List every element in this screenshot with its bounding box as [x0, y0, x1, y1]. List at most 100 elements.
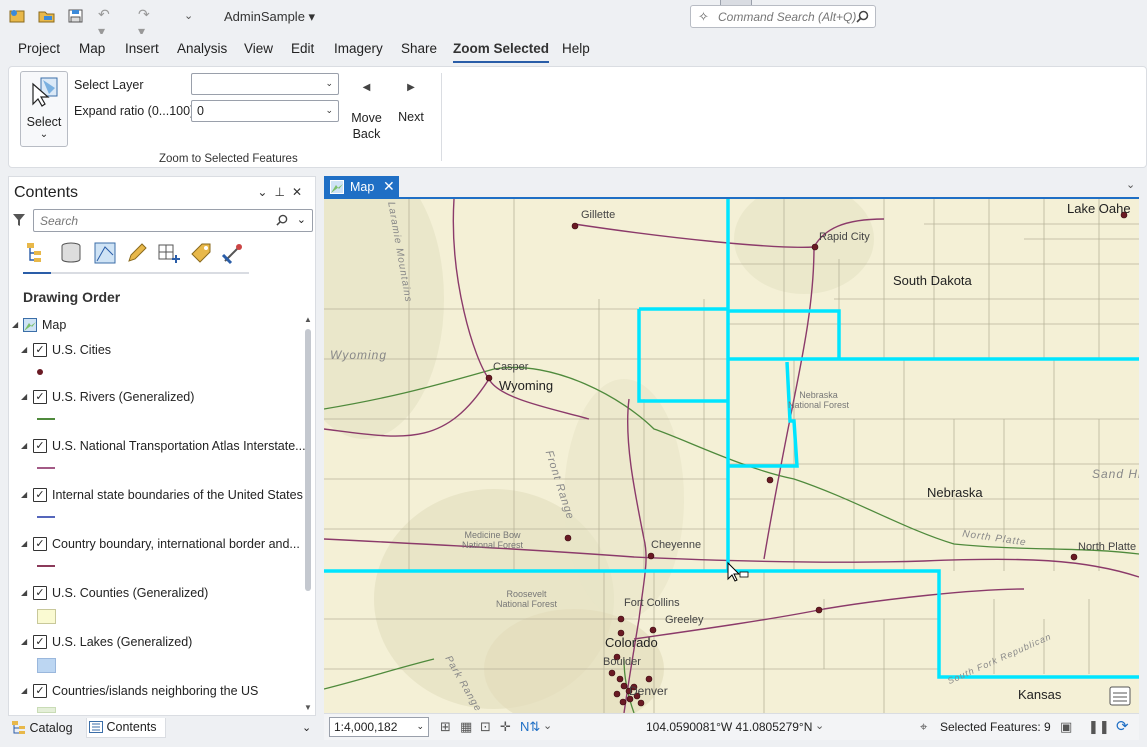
layer-item[interactable]: ◢ ✓ U.S. Counties (Generalized): [9, 585, 303, 625]
layer-item[interactable]: ◢ ✓ U.S. National Transportation Atlas I…: [9, 438, 306, 478]
line-symbol-icon[interactable]: [37, 467, 55, 469]
chevron-down-icon[interactable]: ⌄: [1126, 178, 1135, 191]
layer-visibility-checkbox[interactable]: ✓: [33, 343, 47, 357]
tab-share[interactable]: Share: [401, 41, 437, 56]
layer-item[interactable]: ◢ ✓ U.S. Rivers (Generalized): [9, 389, 303, 429]
next-button[interactable]: ▶ Next: [395, 82, 427, 124]
tab-project[interactable]: Project: [18, 41, 60, 56]
tab-help[interactable]: Help: [562, 41, 590, 56]
close-icon[interactable]: ✕: [292, 185, 309, 199]
snapping-icon[interactable]: [157, 241, 181, 265]
selection-icon[interactable]: ⌖: [920, 719, 927, 735]
layer-visibility-checkbox[interactable]: ✓: [33, 586, 47, 600]
chevron-down-icon[interactable]: ⌄: [543, 719, 552, 732]
line-symbol-icon[interactable]: [37, 418, 55, 420]
move-back-button[interactable]: ◀ Move Back: [349, 82, 384, 142]
pin-icon[interactable]: ⊥: [274, 185, 291, 199]
charts-icon[interactable]: [221, 241, 245, 265]
map-scale-combo[interactable]: 1:4,000,182 ⌄: [329, 717, 429, 737]
map-overview-icon[interactable]: [1109, 686, 1131, 706]
tab-edit[interactable]: Edit: [291, 41, 314, 56]
expand-icon[interactable]: ◢: [21, 686, 27, 695]
crosshair-icon[interactable]: ✛: [500, 719, 511, 735]
expand-icon[interactable]: ◢: [21, 345, 27, 354]
fill-symbol-icon[interactable]: [37, 658, 56, 673]
project-name[interactable]: AdminSample ▾: [224, 9, 315, 25]
tab-imagery[interactable]: Imagery: [334, 41, 383, 56]
contents-search-input[interactable]: Search ⌄: [33, 209, 313, 232]
tab-map[interactable]: Map: [79, 41, 105, 56]
map-node[interactable]: ◢ Map: [9, 317, 303, 337]
layer-item[interactable]: ◢ ✓ U.S. Lakes (Generalized): [9, 634, 303, 674]
measure-icon[interactable]: ⊡: [480, 719, 491, 735]
customize-toolbar-icon[interactable]: ⌄: [184, 9, 202, 25]
pencil-icon[interactable]: [125, 241, 149, 265]
layer-visibility-checkbox[interactable]: ✓: [33, 488, 47, 502]
expand-icon[interactable]: ◢: [21, 539, 27, 548]
layer-item[interactable]: ◢ ✓ U.S. Cities: [9, 342, 303, 382]
tab-contents[interactable]: Contents: [86, 718, 166, 738]
selection-view-icon[interactable]: [93, 241, 117, 265]
layer-visibility-checkbox[interactable]: ✓: [33, 439, 47, 453]
map-label-rapid-city: Rapid City: [819, 231, 870, 243]
line-symbol-icon[interactable]: [37, 516, 55, 518]
redo-icon[interactable]: ↷ ▾: [138, 6, 156, 39]
chevron-down-icon[interactable]: ⌄: [302, 721, 311, 734]
data-source-icon[interactable]: [59, 241, 83, 265]
drawing-order-icon[interactable]: [25, 241, 49, 265]
chevron-down-icon[interactable]: ⌄: [815, 719, 824, 732]
expand-ratio-combo[interactable]: 0 ⌄: [191, 100, 339, 122]
expand-icon[interactable]: ◢: [21, 441, 27, 450]
tab-catalog[interactable]: Catalog: [12, 721, 73, 735]
chevron-down-icon[interactable]: ⌄: [297, 213, 306, 226]
contents-icon: [89, 721, 103, 733]
select-button[interactable]: Select ⌄: [20, 71, 68, 147]
chevron-down-icon[interactable]: ⌄: [257, 185, 274, 199]
layer-visibility-checkbox[interactable]: ✓: [33, 684, 47, 698]
layer-item[interactable]: ◢ ✓ Country boundary, international bord…: [9, 536, 303, 576]
tab-analysis[interactable]: Analysis: [177, 41, 227, 56]
layer-visibility-checkbox[interactable]: ✓: [33, 635, 47, 649]
filter-icon[interactable]: [12, 213, 26, 227]
layer-visibility-checkbox[interactable]: ✓: [33, 390, 47, 404]
layer-item[interactable]: ◢ ✓ Internal state boundaries of the Uni…: [9, 487, 303, 527]
line-symbol-icon[interactable]: [37, 565, 55, 567]
expand-icon[interactable]: ◢: [21, 588, 27, 597]
scroll-up-icon[interactable]: ▲: [304, 315, 312, 324]
grid-icon[interactable]: ⊞: [440, 719, 451, 735]
save-project-icon[interactable]: [67, 8, 85, 24]
layer-item[interactable]: ◢ ✓ Countries/islands neighboring the US: [9, 683, 303, 713]
table-grid-icon[interactable]: ▦: [460, 719, 472, 735]
expand-icon[interactable]: ◢: [21, 490, 27, 499]
labeling-icon[interactable]: [189, 241, 213, 265]
north-arrow-icon[interactable]: N⇅: [520, 719, 540, 735]
fill-symbol-icon[interactable]: [37, 707, 56, 713]
expand-icon[interactable]: ◢: [21, 637, 27, 646]
point-symbol-icon[interactable]: [37, 369, 43, 375]
contents-scrollbar[interactable]: ▲ ▼: [303, 315, 313, 712]
command-search-input[interactable]: ✧ Command Search (Alt+Q): [690, 5, 876, 28]
pause-icon[interactable]: ❚❚: [1088, 719, 1110, 735]
layer-visibility-checkbox[interactable]: ✓: [33, 537, 47, 551]
close-icon[interactable]: ✕: [383, 178, 395, 195]
layer-name: U.S. Lakes (Generalized): [52, 635, 193, 649]
open-project-icon[interactable]: [38, 8, 56, 24]
refresh-icon[interactable]: ⟳: [1116, 717, 1129, 735]
tab-insert[interactable]: Insert: [125, 41, 159, 56]
fill-symbol-icon[interactable]: [37, 609, 56, 624]
map-canvas[interactable]: Gillette Rapid City Lake Oahe South Dako…: [324, 199, 1139, 713]
new-project-icon[interactable]: [9, 8, 27, 24]
scroll-down-icon[interactable]: ▼: [304, 703, 312, 712]
map-view-tab[interactable]: Map ✕: [324, 176, 399, 198]
tab-view[interactable]: View: [244, 41, 273, 56]
scrollbar-thumb[interactable]: [305, 329, 311, 591]
map-scale-value: 1:4,000,182: [334, 720, 398, 734]
select-layer-combo[interactable]: ⌄: [191, 73, 339, 95]
expand-icon[interactable]: ◢: [21, 392, 27, 401]
map-label-nebraska: Nebraska: [927, 485, 983, 500]
map-label-casper: Casper: [493, 361, 529, 373]
undo-icon[interactable]: ↶ ▾: [98, 6, 116, 39]
map-refresh-settings-icon[interactable]: ▣: [1060, 719, 1072, 735]
tab-zoom-selected[interactable]: Zoom Selected: [453, 41, 550, 63]
expand-icon[interactable]: ◢: [12, 320, 18, 329]
